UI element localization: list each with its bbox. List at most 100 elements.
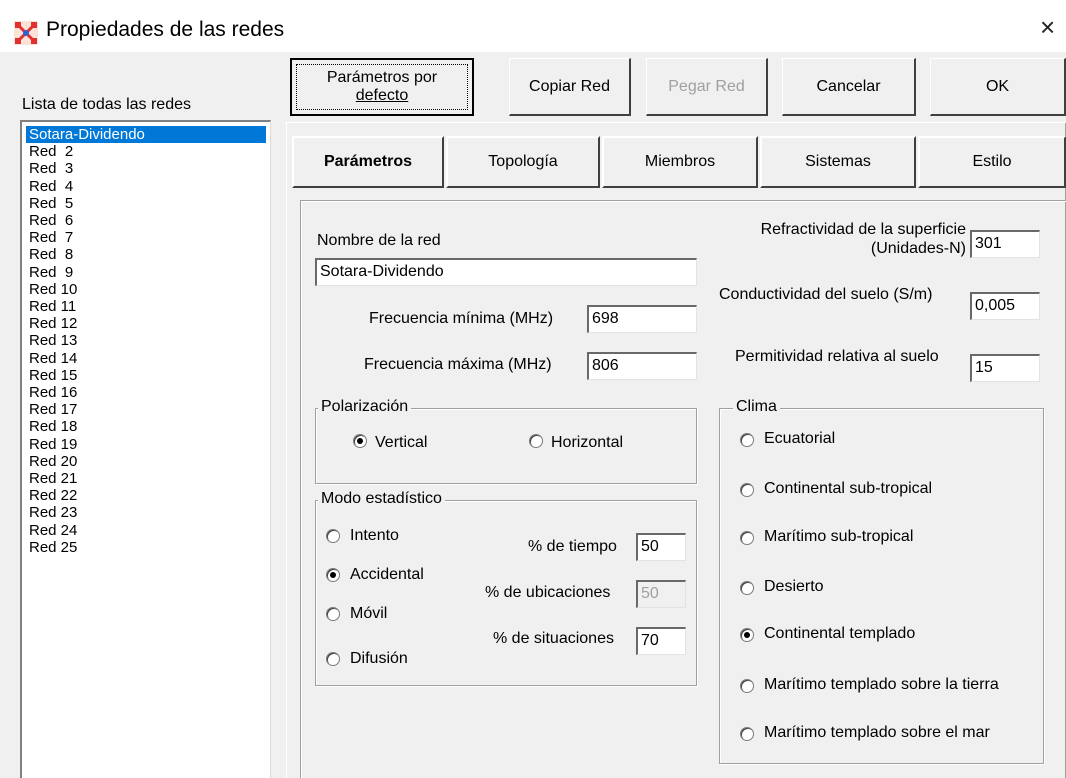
list-item[interactable]: Red 22 <box>26 487 266 504</box>
refractivity-label-line1: Refractividad de la superficie <box>760 221 966 238</box>
list-item[interactable]: Red 7 <box>26 229 266 246</box>
network-list[interactable]: Sotara-Dividendo Red 2 Red 3 Red 4 Red 5 Red … <box>20 120 271 778</box>
radio-desierto[interactable] <box>740 581 754 595</box>
radio-intento[interactable] <box>326 529 340 543</box>
refractivity-label: Refractividad de la superficie (Unidades… <box>700 220 966 258</box>
network-list-label: Lista de todas las redes <box>22 96 191 113</box>
ground-conductivity-label: Conductividad del suelo (S/m) <box>719 286 933 303</box>
max-frequency-input[interactable]: 806 <box>587 352 697 380</box>
tab-estilo[interactable]: Estilo <box>918 136 1066 188</box>
tab-sistemas[interactable]: Sistemas <box>760 136 916 188</box>
radio-vertical-label[interactable]: Vertical <box>375 434 427 452</box>
default-parameters-label-line1: Parámetros por <box>326 69 438 86</box>
radio-difusion[interactable] <box>326 652 340 666</box>
situations-percent-label: % de situaciones <box>493 630 614 647</box>
ground-permittivity-label: Permitividad relativa al suelo <box>735 348 939 365</box>
list-item[interactable]: Red 18 <box>26 418 266 435</box>
tab-topologia[interactable]: Topología <box>446 136 600 188</box>
network-name-label: Nombre de la red <box>317 232 441 249</box>
list-item[interactable]: Red 24 <box>26 522 266 539</box>
locations-percent-input[interactable]: 50 <box>636 580 686 608</box>
copy-network-button[interactable]: Copiar Red <box>509 58 631 116</box>
radio-horizontal-label[interactable]: Horizontal <box>551 434 623 452</box>
window-title: Propiedades de las redes <box>46 18 285 41</box>
radio-continental-subtropical-label[interactable]: Continental sub-tropical <box>764 480 932 498</box>
radio-maritimo-templado-mar[interactable] <box>740 727 754 741</box>
time-percent-label: % de tiempo <box>528 538 617 555</box>
list-item[interactable]: Red 16 <box>26 384 266 401</box>
radio-accidental-label[interactable]: Accidental <box>350 566 424 584</box>
ok-label: OK <box>985 77 1010 95</box>
radio-difusion-label[interactable]: Difusión <box>350 650 408 668</box>
statistical-mode-title: Modo estadístico <box>318 490 445 508</box>
locations-percent-label: % de ubicaciones <box>485 584 611 601</box>
radio-desierto-label[interactable]: Desierto <box>764 578 824 596</box>
copy-network-label: Copiar Red <box>529 77 610 95</box>
radio-accidental[interactable] <box>326 568 340 582</box>
list-item[interactable]: Red 25 <box>26 539 266 556</box>
polarization-title: Polarización <box>318 398 412 416</box>
radio-maritimo-templado-tierra[interactable] <box>740 679 754 693</box>
paste-network-label: Pegar Red <box>668 77 745 95</box>
min-frequency-input[interactable]: 698 <box>587 305 697 333</box>
radio-ecuatorial-label[interactable]: Ecuatorial <box>764 430 835 448</box>
cancel-label: Cancelar <box>816 77 881 95</box>
radio-ecuatorial[interactable] <box>740 433 754 447</box>
network-app-icon <box>14 21 38 45</box>
paste-network-button[interactable]: Pegar Red <box>646 58 768 116</box>
ground-permittivity-input[interactable]: 15 <box>970 354 1040 382</box>
list-item[interactable]: Red 10 <box>26 281 266 298</box>
radio-movil-label[interactable]: Móvil <box>350 605 387 623</box>
radio-continental-subtropical[interactable] <box>740 483 754 497</box>
list-item[interactable]: Red 14 <box>26 350 266 367</box>
tab-miembros-label: Miembros <box>644 153 716 170</box>
default-parameters-label-line2: defecto <box>355 87 409 104</box>
list-item[interactable]: Red 12 <box>26 315 266 332</box>
radio-movil[interactable] <box>326 607 340 621</box>
list-item[interactable]: Red 19 <box>26 436 266 453</box>
polarization-group <box>315 408 697 484</box>
radio-horizontal[interactable] <box>529 434 543 448</box>
list-item[interactable]: Red 8 <box>26 246 266 263</box>
list-item[interactable]: Red 17 <box>26 401 266 418</box>
radio-maritimo-subtropical[interactable] <box>740 531 754 545</box>
radio-maritimo-templado-tierra-label[interactable]: Marítimo templado sobre la tierra <box>764 676 999 694</box>
time-percent-input[interactable]: 50 <box>636 533 686 561</box>
radio-maritimo-templado-mar-label[interactable]: Marítimo templado sobre el mar <box>764 724 990 742</box>
radio-continental-templado[interactable] <box>740 628 754 642</box>
radio-vertical[interactable] <box>353 434 367 448</box>
list-item[interactable]: Red 9 <box>26 264 266 281</box>
network-name-input[interactable]: Sotara-Dividendo <box>315 258 697 286</box>
list-item[interactable]: Red 2 <box>26 143 266 160</box>
list-item[interactable]: Red 6 <box>26 212 266 229</box>
tab-topologia-label: Topología <box>488 153 558 170</box>
list-item[interactable]: Red 5 <box>26 195 266 212</box>
cancel-button[interactable]: Cancelar <box>782 58 916 116</box>
list-item[interactable]: Sotara-Dividendo <box>26 126 266 143</box>
tab-miembros[interactable]: Miembros <box>602 136 758 188</box>
max-frequency-label: Frecuencia máxima (MHz) <box>364 356 552 373</box>
list-item[interactable]: Red 13 <box>26 332 266 349</box>
radio-intento-label[interactable]: Intento <box>350 527 399 545</box>
list-item[interactable]: Red 11 <box>26 298 266 315</box>
climate-title: Clima <box>733 398 780 416</box>
tab-parametros-label: Parámetros <box>323 153 413 170</box>
tab-estilo-label: Estilo <box>972 153 1012 170</box>
list-item[interactable]: Red 20 <box>26 453 266 470</box>
radio-maritimo-subtropical-label[interactable]: Marítimo sub-tropical <box>764 528 913 546</box>
default-parameters-button[interactable]: Parámetros por defecto <box>290 58 474 116</box>
close-icon[interactable]: × <box>1040 14 1055 40</box>
ok-button[interactable]: OK <box>930 58 1066 116</box>
list-item[interactable]: Red 23 <box>26 504 266 521</box>
min-frequency-label: Frecuencia mínima (MHz) <box>369 310 554 327</box>
list-item[interactable]: Red 21 <box>26 470 266 487</box>
list-item[interactable]: Red 3 <box>26 160 266 177</box>
list-item[interactable]: Red 15 <box>26 367 266 384</box>
tab-parametros[interactable]: Parámetros <box>292 136 444 188</box>
tab-sistemas-label: Sistemas <box>805 153 871 170</box>
refractivity-input[interactable]: 301 <box>970 230 1040 258</box>
ground-conductivity-input[interactable]: 0,005 <box>970 292 1040 320</box>
situations-percent-input[interactable]: 70 <box>636 627 686 655</box>
radio-continental-templado-label[interactable]: Continental templado <box>764 625 915 643</box>
list-item[interactable]: Red 4 <box>26 178 266 195</box>
